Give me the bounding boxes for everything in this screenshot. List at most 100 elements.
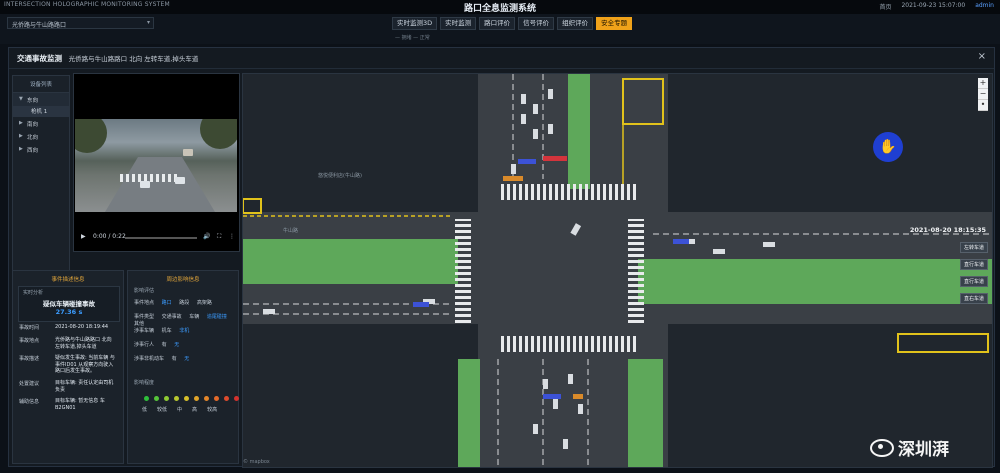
impact-option[interactable]: 无 xyxy=(174,342,179,348)
impact-row-location: 事件地点 路口 路段 高架路 xyxy=(134,299,218,306)
tab-organization-eval[interactable]: 组织评价 xyxy=(557,17,594,30)
impact-option[interactable]: 路段 xyxy=(179,300,189,306)
impact-option[interactable]: 高架路 xyxy=(197,300,212,306)
level-label: 低 xyxy=(142,407,148,413)
device-list-header: 设备列表 xyxy=(13,76,69,93)
caret-right-icon: ▶ xyxy=(19,146,23,152)
map-legend: — 拥堵 — 正常 xyxy=(395,35,430,41)
zoom-out-button[interactable]: − xyxy=(978,89,988,100)
impact-row-key: 涉事行人 xyxy=(134,342,155,348)
event-row-value: 目标车辆: 暂无信息 车 B2GN01 xyxy=(55,398,105,411)
device-item-east[interactable]: ▼ 东向 xyxy=(13,93,69,106)
impact-option[interactable]: 无 xyxy=(184,356,189,362)
impact-level-dot xyxy=(234,396,239,401)
impact-row-pedestrian: 涉事行人 有 无 xyxy=(134,341,185,348)
impact-level-dot xyxy=(164,396,169,401)
event-card-header: 事件描述信息 xyxy=(51,277,85,283)
realtime-label: 实时分析 xyxy=(23,290,44,296)
event-row-value: 目标车辆: 责任认定由司机负责 xyxy=(55,380,114,393)
device-item-north[interactable]: ▶ 北向 xyxy=(13,130,69,143)
event-row-aux: 辅助信息 目标车辆: 暂无信息 车 B2GN01 xyxy=(19,398,115,411)
modal-header: 交通事故监测 光侨路与牛山路路口 北向 左转车道,掉头车道 × xyxy=(9,48,994,69)
datetime: 2021-09-23 15:07:00 xyxy=(901,2,966,9)
tab-intersection-eval[interactable]: 路口评价 xyxy=(479,17,516,30)
impact-level-title: 影响程度 xyxy=(134,380,155,386)
lane-tag: 直行车道 xyxy=(959,259,988,270)
intersection-map[interactable]: 悠悦便利店(牛山路) 牛山路 + − • ✋ 2021-08-20 18:15:… xyxy=(242,73,993,468)
top-bar: INTERSECTION HOLOGRAPHIC MONITORING SYST… xyxy=(0,0,1000,14)
impact-option[interactable]: 非机 xyxy=(179,328,189,334)
road-label-store: 悠悦便利店(牛山路) xyxy=(318,173,362,179)
device-item-label: 东向 xyxy=(27,98,39,104)
chevron-down-icon: ▾ xyxy=(146,19,150,26)
modal-title-text: 交通事故监测 xyxy=(17,54,62,63)
weibo-watermark: 深圳湃 xyxy=(870,435,949,460)
caret-right-icon: ▶ xyxy=(19,133,23,139)
device-sub-camera[interactable]: 枪机 1 xyxy=(13,106,69,117)
tab-safety[interactable]: 安全专题 xyxy=(596,17,633,30)
impact-option[interactable]: 机车 xyxy=(162,328,172,334)
tab-signal-eval[interactable]: 信号评价 xyxy=(518,17,555,30)
more-icon[interactable]: ⋮ xyxy=(229,233,235,240)
impact-level-dot xyxy=(214,396,219,401)
video-controls: ▶ 0:00 / 0:22 🔊 ⛶ ⋮ xyxy=(75,232,237,244)
device-item-label: 北向 xyxy=(27,135,39,141)
impact-info-card: 周边影响信息 影响评估 事件地点 路口 路段 高架路 事件类型 交通事故 车辆 … xyxy=(127,270,239,464)
watermark-text: 深圳湃 xyxy=(898,440,949,460)
video-player: ▶ 0:00 / 0:22 🔊 ⛶ ⋮ xyxy=(73,73,240,252)
map-zoom-control: + − • xyxy=(978,78,988,111)
device-item-west[interactable]: ▶ 西向 xyxy=(13,143,69,156)
user-menu[interactable]: admin xyxy=(975,2,994,11)
impact-option[interactable]: 车辆 xyxy=(189,314,199,320)
impact-row-key: 事件类型 xyxy=(134,314,155,320)
device-list-panel: 设备列表 ▼ 东向 枪机 1 ▶ 南向 ▶ 北向 ▶ 西向 xyxy=(12,75,70,272)
device-item-south[interactable]: ▶ 南向 xyxy=(13,117,69,130)
event-row-key: 事故地点 xyxy=(19,338,40,344)
event-row-value: 疑似发生事故: 当前车辆 与 事件ID01 从观察方向驶入路口后发生事故。 xyxy=(55,355,115,374)
impact-level-dot xyxy=(184,396,189,401)
event-row-location: 事故地点 光侨路与牛山路路口 北向 左转车道,掉头车道 xyxy=(19,337,115,350)
impact-level-dot xyxy=(194,396,199,401)
impact-row-key: 涉事非机动车 xyxy=(134,356,165,362)
impact-option[interactable]: 有 xyxy=(162,342,167,348)
level-label: 较低 xyxy=(157,407,168,413)
fullscreen-icon[interactable]: ⛶ xyxy=(217,233,221,241)
impact-option[interactable]: 追尾碰撞 xyxy=(207,314,227,320)
event-row-value: 光侨路与牛山路路口 北向 左转车道,掉头车道 xyxy=(55,337,112,350)
impact-option[interactable]: 有 xyxy=(172,356,177,362)
impact-row-vehicle: 涉事车辆 机车 非机 xyxy=(134,327,195,334)
video-crosswalk xyxy=(120,174,180,182)
impact-card-header: 周边影响信息 xyxy=(166,277,200,283)
event-row-description: 事故描述 疑似发生事故: 当前车辆 与 事件ID01 从观察方向驶入路口后发生事… xyxy=(19,355,115,375)
realtime-analysis: 实时分析 疑似车辆碰撞事故 27.36 s xyxy=(18,286,120,322)
intersection-select[interactable]: 光侨路与牛山路路口 ▾ xyxy=(7,17,154,29)
tab-realtime[interactable]: 实时监测 xyxy=(440,17,477,30)
home-link[interactable]: 首页 xyxy=(879,2,891,11)
compass-button[interactable]: • xyxy=(978,100,988,111)
modal-subtitle: 光侨路与牛山路路口 北向 左转车道,掉头车道 xyxy=(68,55,199,63)
video-progress[interactable] xyxy=(125,237,197,239)
road-label-niushan: 牛山路 xyxy=(283,228,299,234)
impact-row-nonmotor: 涉事非机动车 有 无 xyxy=(134,355,195,362)
event-row-key: 处置建议 xyxy=(19,381,40,387)
accident-modal: 交通事故监测 光侨路与牛山路路口 北向 左转车道,掉头车道 × 设备列表 ▼ 东… xyxy=(8,47,995,468)
lane-tag: 左转车道 xyxy=(959,242,988,253)
impact-section-title: 影响评估 xyxy=(134,288,155,294)
video-frame[interactable] xyxy=(75,119,237,212)
impact-row-key: 事件地点 xyxy=(134,300,155,306)
close-icon[interactable]: × xyxy=(978,51,986,62)
impact-option[interactable]: 交通事故 xyxy=(162,314,182,320)
zoom-in-button[interactable]: + xyxy=(978,78,988,89)
event-row-key: 事故描述 xyxy=(19,356,40,362)
tab-realtime-3d[interactable]: 实时监测3D xyxy=(392,17,438,30)
main-tabs: 实时监测3D 实时监测 路口评价 信号评价 组织评价 安全专题 xyxy=(392,17,633,30)
event-row-key: 事故时间 xyxy=(19,325,40,331)
impact-option[interactable]: 路口 xyxy=(162,300,172,306)
volume-icon[interactable]: 🔊 xyxy=(203,233,210,240)
lane-tag: 直右车道 xyxy=(959,293,988,304)
video-car xyxy=(140,181,150,188)
hand-icon[interactable]: ✋ xyxy=(873,132,903,162)
play-icon[interactable]: ▶ xyxy=(81,233,86,240)
accident-vehicle-red xyxy=(543,156,567,161)
weibo-logo-icon xyxy=(870,438,894,457)
